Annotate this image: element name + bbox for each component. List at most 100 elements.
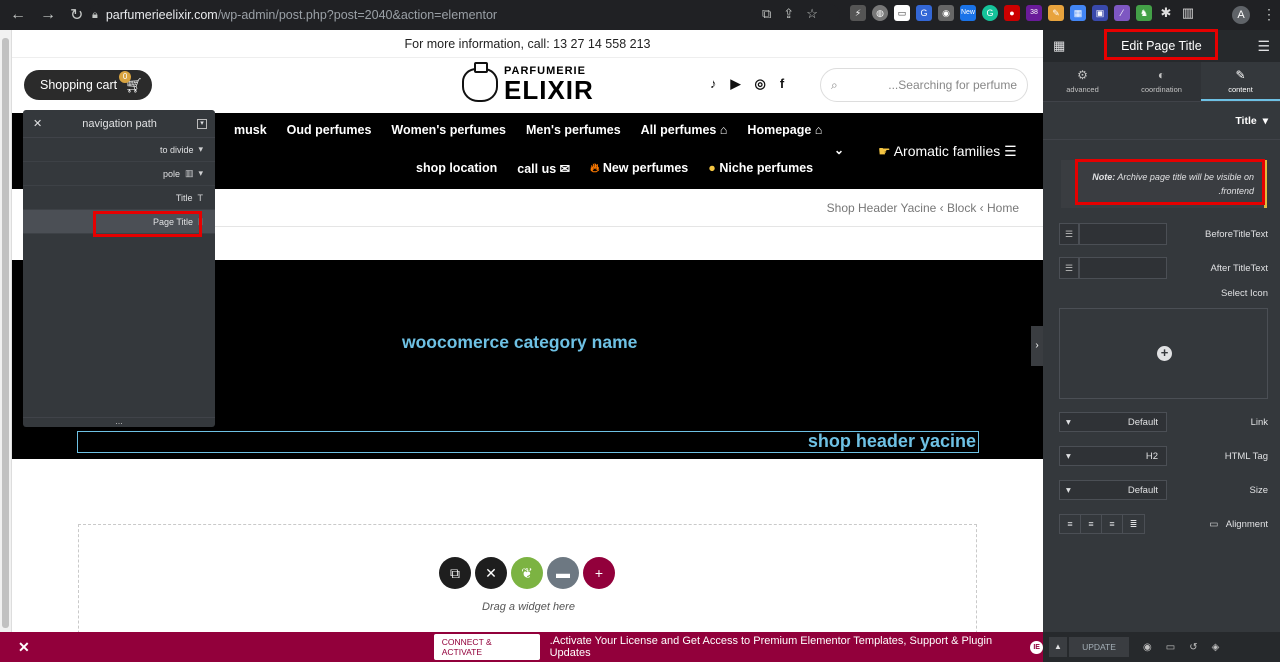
tab-content[interactable]: ✎ content bbox=[1201, 62, 1280, 101]
nav-item-all-perfumes[interactable]: All perfumes ⌂ bbox=[641, 123, 728, 137]
align-right-icon[interactable]: ≡ bbox=[1102, 515, 1123, 533]
extension-new-icon[interactable]: New bbox=[960, 5, 976, 21]
widgets-grid-icon[interactable]: ▦ bbox=[1053, 38, 1065, 54]
link-select[interactable]: ▾ Default bbox=[1059, 412, 1167, 432]
extension-count-icon[interactable]: 38 bbox=[1026, 5, 1042, 21]
category-name-heading[interactable]: woocomerce category name bbox=[402, 332, 637, 353]
nav-item-new-perfumes[interactable]: 🔥︎ New perfumes bbox=[590, 161, 688, 176]
menu-icon[interactable]: ⋮ bbox=[1262, 6, 1276, 23]
leaf-icon[interactable]: ❦ bbox=[511, 557, 543, 589]
reload-icon[interactable]: ↻ bbox=[70, 5, 83, 25]
tiktok-icon[interactable]: ♪ bbox=[710, 76, 717, 92]
nav-item-oud-perfumes[interactable]: Oud perfumes bbox=[287, 123, 372, 137]
sidebar-icon[interactable]: ▥ bbox=[1180, 5, 1196, 21]
scrollbar[interactable] bbox=[0, 30, 12, 632]
translate-icon[interactable]: ⧉ bbox=[762, 6, 771, 22]
dynamic-tags-icon[interactable]: ☰ bbox=[1059, 257, 1079, 279]
x-logo-icon[interactable]: ✕ bbox=[475, 557, 507, 589]
youtube-icon[interactable]: ▶ bbox=[731, 76, 741, 92]
navigator-resize-handle[interactable]: ... bbox=[23, 417, 215, 427]
nav-item-mens-perfumes[interactable]: Men's perfumes bbox=[526, 123, 621, 137]
hamburger-icon: ☰ bbox=[1004, 143, 1017, 159]
navigator-item-to-divide[interactable]: to divide ▾ bbox=[23, 138, 215, 162]
nav-item-homepage[interactable]: Homepage ⌂ bbox=[747, 123, 822, 137]
layers-icon[interactable]: ◈ bbox=[1212, 642, 1220, 653]
lock-icon[interactable]: 🔒︎ bbox=[92, 9, 98, 22]
shopping-cart-button[interactable]: Shopping cart 🛒︎ 0 bbox=[24, 70, 152, 100]
globe-icon[interactable]: ◍ bbox=[872, 5, 888, 21]
panel-footer: ▲ UPDATE ◉ ▭ ↺ ◈ bbox=[1043, 632, 1280, 662]
puzzle-icon[interactable]: ✱ bbox=[1158, 5, 1174, 21]
panel-toggle-handle[interactable]: › bbox=[1031, 326, 1043, 366]
breadcrumb-item[interactable]: Shop Header Yacine bbox=[827, 201, 937, 215]
before-title-input[interactable] bbox=[1079, 223, 1167, 245]
profile-avatar[interactable]: A bbox=[1232, 6, 1250, 24]
grammarly-icon[interactable]: G bbox=[982, 5, 998, 21]
extension-icon[interactable]: G bbox=[916, 5, 932, 21]
navigator-item-pole[interactable]: pole ▥ ▾ bbox=[23, 162, 215, 186]
close-icon[interactable]: ✕ bbox=[18, 639, 30, 656]
chevron-up-icon[interactable]: ▲ bbox=[1049, 637, 1067, 657]
size-select[interactable]: ▾ Default bbox=[1059, 480, 1167, 500]
camera-icon[interactable]: ◉ bbox=[938, 5, 954, 21]
collapse-icon[interactable]: ▾ bbox=[197, 118, 207, 129]
navigator-item-page-title[interactable]: Page Title ▯ bbox=[23, 210, 215, 234]
caret-down-icon[interactable]: ▾ bbox=[198, 168, 203, 179]
add-section-icon[interactable]: + bbox=[583, 557, 615, 589]
back-icon[interactable]: ← bbox=[10, 6, 26, 24]
extension-icon[interactable]: ▭ bbox=[894, 5, 910, 21]
extension-icon[interactable]: ▣ bbox=[1092, 5, 1108, 21]
page-title-widget[interactable]: shop header yacine bbox=[77, 431, 979, 453]
update-button[interactable]: UPDATE bbox=[1069, 637, 1129, 657]
hamburger-icon[interactable]: ☰ bbox=[1257, 38, 1270, 55]
connect-activate-button[interactable]: CONNECT & ACTIVATE bbox=[433, 634, 540, 660]
nav-item-shop-location[interactable]: shop location bbox=[416, 161, 497, 176]
extension-icon[interactable]: ✎ bbox=[1048, 5, 1064, 21]
extension-icon[interactable]: ⁄ bbox=[1114, 5, 1130, 21]
extension-icon[interactable]: ⚡︎ bbox=[850, 5, 866, 21]
facebook-icon[interactable]: f bbox=[780, 76, 784, 92]
extension-icon[interactable]: ▦ bbox=[1070, 5, 1086, 21]
caret-down-icon: ▾ bbox=[1262, 114, 1268, 127]
dynamic-tags-icon[interactable]: ☰ bbox=[1059, 223, 1079, 245]
section-title-toggle[interactable]: Title ▾ bbox=[1043, 102, 1280, 140]
instagram-icon[interactable]: ◎ bbox=[755, 76, 766, 92]
alignment-field: ≡ ≡ ≡ ≣ ▭ Alignment bbox=[1059, 513, 1268, 535]
aromatic-families-menu[interactable]: ☛ Aromatic families ☰ bbox=[878, 143, 1017, 160]
align-justify-icon[interactable]: ≣ bbox=[1123, 515, 1144, 533]
tab-advanced[interactable]: ⚙ advanced bbox=[1043, 62, 1122, 101]
address-bar[interactable]: 🔒︎ parfumerieelixir.com/wp-admin/post.ph… bbox=[88, 4, 840, 26]
align-left-icon[interactable]: ≡ bbox=[1060, 515, 1081, 533]
align-center-icon[interactable]: ≡ bbox=[1081, 515, 1102, 533]
bookmark-star-icon[interactable]: ☆ bbox=[806, 6, 818, 22]
icon-picker[interactable]: + bbox=[1059, 308, 1268, 399]
paste-icon[interactable]: ⧉ bbox=[439, 557, 471, 589]
scrollbar-thumb[interactable] bbox=[2, 38, 9, 628]
nav-item-womens-perfumes[interactable]: Women's perfumes bbox=[391, 123, 506, 137]
html-tag-select[interactable]: ▾ H2 bbox=[1059, 446, 1167, 466]
desktop-icon[interactable]: ▭ bbox=[1209, 519, 1218, 530]
forward-icon[interactable]: → bbox=[40, 6, 56, 24]
responsive-icon[interactable]: ▭ bbox=[1166, 642, 1175, 653]
history-icon[interactable]: ↺ bbox=[1189, 642, 1197, 653]
chevron-down-icon[interactable]: ⌄ bbox=[834, 143, 844, 157]
folder-icon[interactable]: ▬ bbox=[547, 557, 579, 589]
extension-icon[interactable]: ♞ bbox=[1136, 5, 1152, 21]
extension-icon[interactable]: ● bbox=[1004, 5, 1020, 21]
close-icon[interactable]: ✕ bbox=[33, 117, 42, 130]
nav-item-niche-perfumes[interactable]: ● Niche perfumes bbox=[708, 161, 813, 176]
search-input[interactable]: ⌕ ...Searching for perfume bbox=[820, 68, 1028, 102]
breadcrumb-item[interactable]: Home bbox=[987, 201, 1019, 215]
eye-icon[interactable]: ◉ bbox=[1143, 642, 1152, 653]
nav-item-musk[interactable]: musk bbox=[234, 123, 267, 137]
plus-icon[interactable]: + bbox=[1157, 346, 1172, 361]
tab-coordination[interactable]: ◐ coordination bbox=[1122, 62, 1201, 101]
nav-item-call-us[interactable]: call us ✉ bbox=[517, 161, 570, 176]
site-logo[interactable]: PARFUMERIE ELIXIR bbox=[462, 61, 594, 103]
breadcrumb-item[interactable]: Block bbox=[947, 201, 976, 215]
navigator-item-title[interactable]: Title T bbox=[23, 186, 215, 210]
widget-dropzone[interactable]: ⧉ ✕ ❦ ▬ + Drag a widget here bbox=[78, 524, 977, 632]
after-title-input[interactable] bbox=[1079, 257, 1167, 279]
caret-down-icon[interactable]: ▾ bbox=[198, 144, 203, 155]
share-icon[interactable]: ⇪ bbox=[783, 6, 794, 22]
